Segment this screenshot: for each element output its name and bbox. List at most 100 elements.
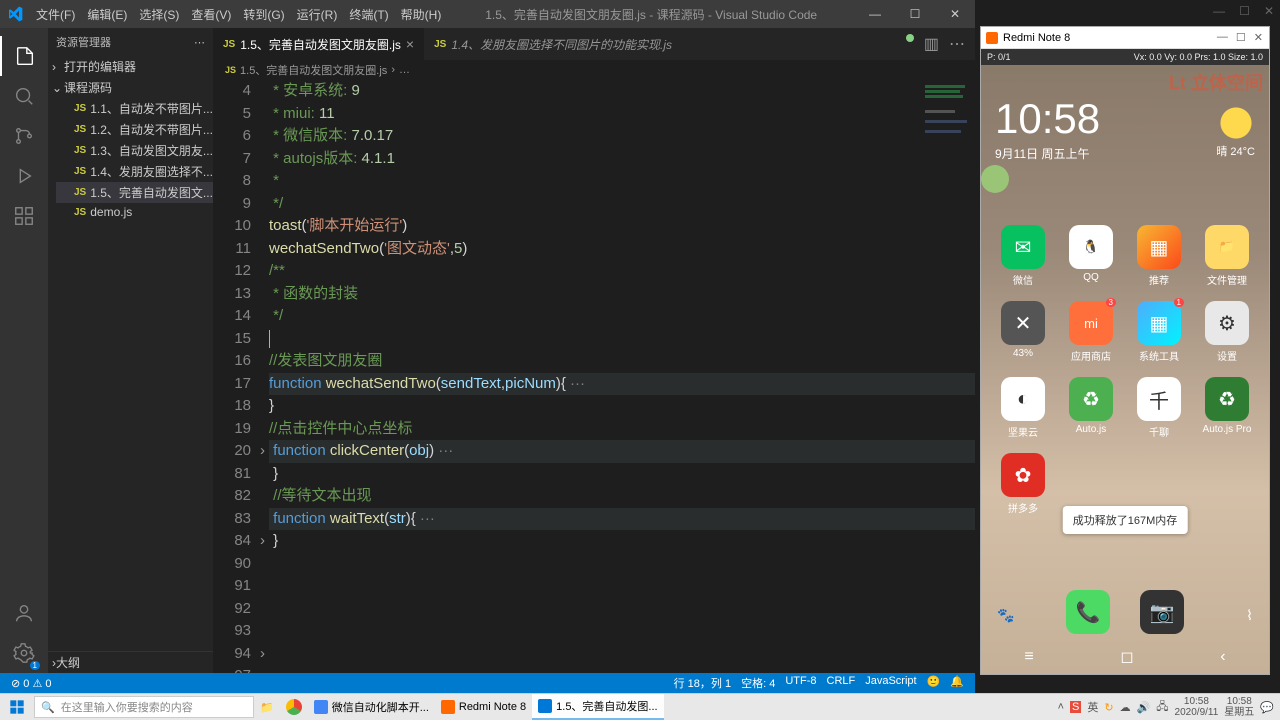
tray-up-icon[interactable]: ˄ bbox=[1058, 701, 1064, 713]
ime-indicator[interactable]: S bbox=[1070, 701, 1081, 713]
close-button[interactable]: ✕ bbox=[1254, 31, 1263, 44]
maximize-icon[interactable]: ☐ bbox=[1239, 4, 1250, 18]
file-item[interactable]: JS1.4、发朋友圈选择不... bbox=[56, 161, 213, 182]
menu-item[interactable]: 终端(T) bbox=[343, 8, 394, 22]
app-icon[interactable]: 🐧QQ bbox=[1061, 225, 1121, 287]
app-icon[interactable]: mi3应用商店 bbox=[1061, 301, 1121, 363]
minimize-button[interactable]: — bbox=[855, 7, 895, 21]
app-icon[interactable]: ◐坚果云 bbox=[993, 377, 1053, 439]
app-icon[interactable]: ♻Auto.js bbox=[1061, 377, 1121, 439]
system-tray: ˄ S 英 ↻ ☁ 🔊 🖧 10:58 2020/9/11 10:58 星期五 … bbox=[1058, 696, 1280, 718]
mi-logo-icon bbox=[986, 32, 998, 44]
tray-day[interactable]: 10:58 星期五 bbox=[1224, 696, 1254, 718]
close-tab-icon[interactable]: × bbox=[406, 36, 414, 52]
app-icon[interactable]: 📁文件管理 bbox=[1197, 225, 1257, 287]
file-item[interactable]: JS1.5、完善自动发图文... bbox=[56, 182, 213, 203]
more-icon[interactable]: ⋯ bbox=[949, 34, 965, 54]
status-dot-icon[interactable] bbox=[906, 34, 914, 42]
phone-screen[interactable]: Lt 立体空间 10:58 9月11日 周五上午 晴 24°C ✉微信🐧QQ▦推… bbox=[981, 65, 1269, 674]
status-item[interactable]: JavaScript bbox=[860, 675, 921, 691]
menu-item[interactable]: 帮助(H) bbox=[395, 8, 448, 22]
watermark: Lt 立体空间 bbox=[1169, 69, 1263, 95]
chevron-right-icon: … bbox=[399, 64, 410, 76]
minimap[interactable] bbox=[920, 80, 975, 673]
status-item[interactable]: 🔔 bbox=[945, 675, 969, 691]
breadcrumb[interactable]: JS 1.5、完善自动发图文朋友圈.js › … bbox=[213, 60, 975, 80]
taskbar-search[interactable]: 🔍 在这里输入你要搜索的内容 bbox=[34, 696, 254, 718]
code-editor[interactable]: 4567891011121314151617181920818283849091… bbox=[213, 80, 975, 673]
menu-item[interactable]: 文件(F) bbox=[30, 8, 81, 22]
close-icon[interactable]: ✕ bbox=[1264, 4, 1274, 18]
editor-tab[interactable]: JS1.5、完善自动发图文朋友圈.js× bbox=[213, 28, 424, 60]
status-item[interactable]: UTF-8 bbox=[780, 675, 821, 691]
app-icon[interactable]: ⚙设置 bbox=[1197, 301, 1257, 363]
menu-item[interactable]: 查看(V) bbox=[185, 8, 237, 22]
problems-status[interactable]: ⊘ 0 ⚠ 0 bbox=[6, 677, 56, 690]
open-editors-section[interactable]: ›打开的编辑器 bbox=[48, 56, 213, 77]
maximize-button[interactable]: ☐ bbox=[895, 7, 935, 21]
file-item[interactable]: JS1.1、自动发不带图片... bbox=[56, 98, 213, 119]
tray-sync-icon[interactable]: ↻ bbox=[1104, 701, 1113, 714]
menu-item[interactable]: 编辑(E) bbox=[81, 8, 133, 22]
minimize-button[interactable]: — bbox=[1217, 31, 1228, 44]
file-item[interactable]: JS1.3、自动发图文朋友... bbox=[56, 140, 213, 161]
assistant-icon[interactable]: ⌇ bbox=[1246, 607, 1253, 624]
status-item[interactable]: 🙂 bbox=[922, 675, 946, 691]
app-icon[interactable]: ♻Auto.js Pro bbox=[1197, 377, 1257, 439]
close-button[interactable]: ✕ bbox=[935, 7, 975, 21]
taskbar-window-button[interactable]: Redmi Note 8 bbox=[435, 694, 532, 720]
tray-sound-icon[interactable]: 🔊 bbox=[1137, 701, 1151, 714]
dock-app[interactable]: 📞 bbox=[1066, 590, 1110, 634]
nav-back-button[interactable]: ‹ bbox=[1220, 648, 1225, 666]
outline-section[interactable]: ›大纲 bbox=[48, 651, 213, 673]
account-icon[interactable] bbox=[0, 593, 48, 633]
file-item[interactable]: JS1.2、自动发不带图片... bbox=[56, 119, 213, 140]
nav-home-button[interactable]: ◻ bbox=[1120, 647, 1133, 667]
paw-icon[interactable]: 🐾 bbox=[997, 607, 1014, 624]
app-icon[interactable]: 千千聊 bbox=[1129, 377, 1189, 439]
source-control-icon[interactable] bbox=[0, 116, 48, 156]
project-section[interactable]: ⌄课程源码 bbox=[48, 77, 213, 98]
nav-menu-button[interactable]: ≡ bbox=[1024, 648, 1033, 666]
editor-tab[interactable]: JS1.4、发朋友圈选择不同图片的功能实现.js bbox=[424, 28, 682, 60]
split-editor-icon[interactable]: ▥ bbox=[924, 34, 939, 54]
tray-clock[interactable]: 10:58 2020/9/11 bbox=[1175, 696, 1219, 718]
minimize-icon[interactable]: — bbox=[1213, 4, 1225, 18]
floating-ball[interactable] bbox=[981, 165, 1009, 193]
status-item[interactable]: 行 18，列 1 bbox=[669, 675, 736, 691]
status-item[interactable]: CRLF bbox=[822, 675, 861, 691]
debug-icon[interactable] bbox=[0, 156, 48, 196]
tray-network-icon[interactable]: 🖧 bbox=[1156, 698, 1168, 717]
status-item[interactable]: 空格: 4 bbox=[736, 675, 780, 691]
menu-item[interactable]: 选择(S) bbox=[133, 8, 185, 22]
search-icon[interactable] bbox=[0, 76, 48, 116]
weather-widget[interactable]: 晴 24°C bbox=[1216, 105, 1255, 159]
ime-lang[interactable]: 英 bbox=[1087, 699, 1098, 715]
more-icon[interactable]: ⋯ bbox=[194, 36, 205, 49]
code-lines[interactable]: * 安卓系统: 9 * miui: 11 * 微信版本: 7.0.17 * au… bbox=[269, 80, 975, 673]
menu-item[interactable]: 运行(R) bbox=[291, 8, 344, 22]
taskbar-chrome[interactable] bbox=[280, 694, 308, 720]
app-icon[interactable]: ✉微信 bbox=[993, 225, 1053, 287]
tab-actions: ▥ ⋯ bbox=[906, 34, 975, 54]
app-icon[interactable]: ▦推荐 bbox=[1129, 225, 1189, 287]
tray-cloud-icon[interactable]: ☁ bbox=[1120, 701, 1131, 714]
app-icon[interactable]: ✿拼多多 bbox=[993, 453, 1053, 515]
start-button[interactable] bbox=[0, 694, 34, 720]
background-window-controls: — ☐ ✕ bbox=[1213, 4, 1274, 18]
app-icon[interactable]: ▦1系统工具 bbox=[1129, 301, 1189, 363]
clock-widget[interactable]: 10:58 9月11日 周五上午 bbox=[995, 95, 1100, 162]
taskbar-window-button[interactable]: 微信自动化脚本开... bbox=[308, 694, 435, 720]
app-icon[interactable]: ✕43% bbox=[993, 301, 1053, 363]
extensions-icon[interactable] bbox=[0, 196, 48, 236]
taskbar-window-button[interactable]: 1.5、完善自动发图... bbox=[532, 694, 663, 720]
dock-app[interactable]: 📷 bbox=[1140, 590, 1184, 634]
notification-icon[interactable]: 💬 bbox=[1260, 701, 1274, 714]
settings-icon[interactable]: 1 bbox=[0, 633, 48, 673]
menu-item[interactable]: 转到(G) bbox=[237, 8, 290, 22]
file-item[interactable]: JSdemo.js bbox=[56, 203, 213, 221]
taskbar-explorer[interactable]: 📁 bbox=[254, 694, 280, 720]
sun-icon bbox=[1218, 105, 1254, 141]
maximize-button[interactable]: ☐ bbox=[1236, 31, 1246, 44]
explorer-icon[interactable] bbox=[0, 36, 48, 76]
